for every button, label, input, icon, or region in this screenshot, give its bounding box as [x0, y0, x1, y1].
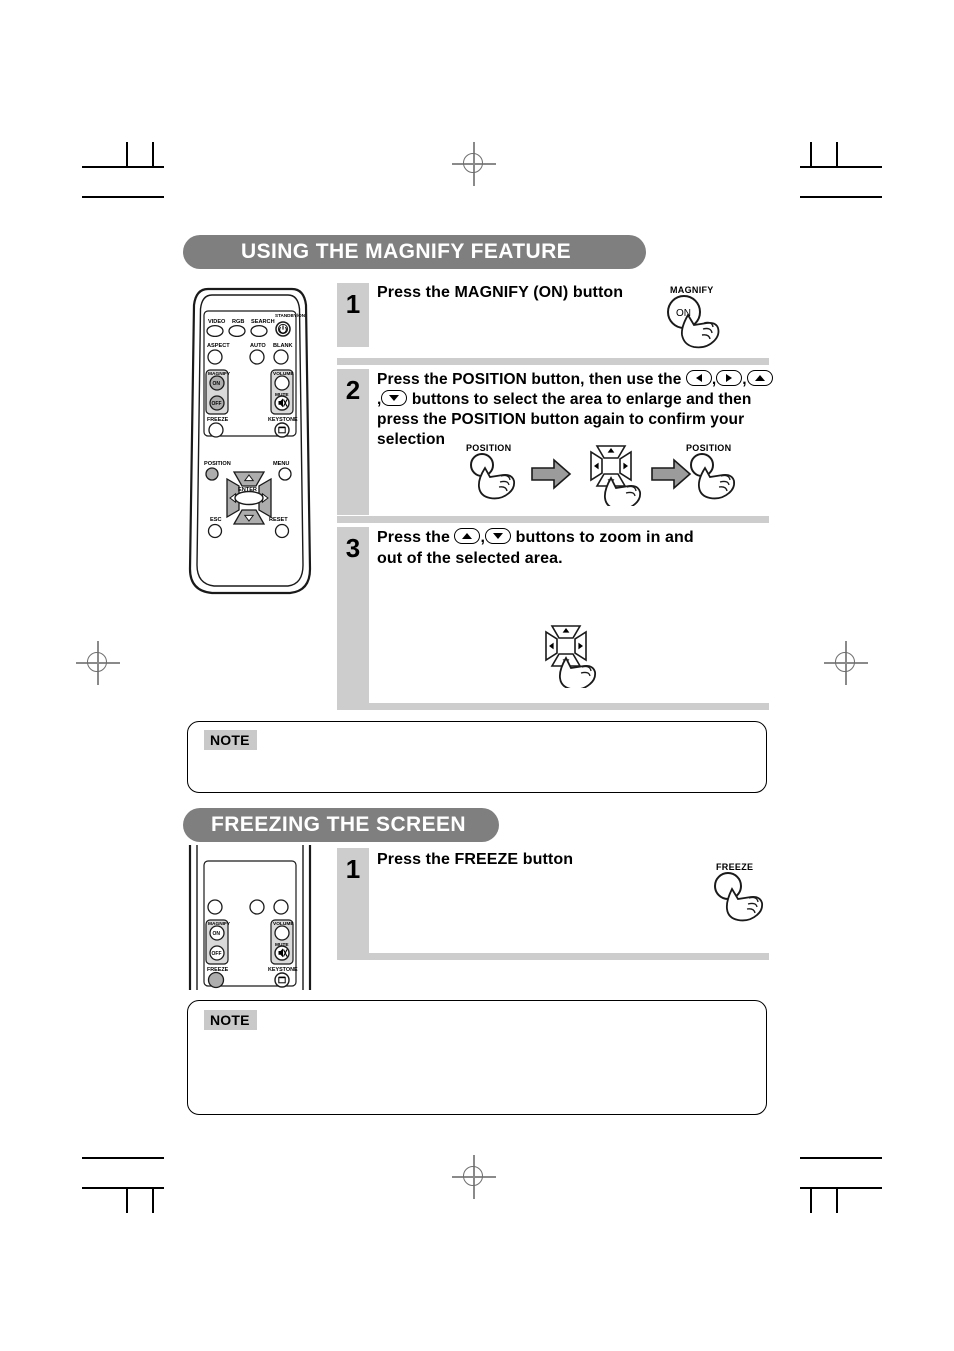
section-heading-magnify: USING THE MAGNIFY FEATURE [183, 235, 646, 269]
step-number-freeze-1-label: 1 [345, 854, 361, 884]
svg-text:SEARCH: SEARCH [251, 319, 275, 325]
step-3-text: Press the , buttons to zoom in and out o… [377, 527, 777, 569]
svg-text:OFF: OFF [212, 951, 222, 957]
step-separator-3 [337, 703, 769, 710]
step-separator-freeze-1 [337, 953, 769, 960]
svg-text:FREEZE: FREEZE [207, 417, 229, 423]
step-number-2-label: 2 [345, 375, 361, 405]
svg-text:RGB: RGB [232, 319, 244, 325]
svg-text:ON: ON [213, 381, 221, 387]
step-separator-2 [337, 516, 769, 523]
step-2-line4: selection [377, 431, 446, 448]
callout-magnify-label: MAGNIFY [670, 285, 714, 295]
callout-freeze-label: FREEZE [716, 862, 754, 872]
section-heading-magnify-label: USING THE MAGNIFY FEATURE [241, 240, 572, 263]
comma-2: , [742, 371, 747, 388]
registration-mark-right [824, 641, 868, 685]
arrow-up-key-icon-2 [454, 528, 481, 544]
svg-text:KEYSTONE: KEYSTONE [268, 967, 298, 973]
note-box-freeze: NOTE [187, 1000, 767, 1115]
callout-position-label-2: POSITION [686, 443, 732, 453]
step-1-text: Press the MAGNIFY (ON) button [377, 283, 667, 303]
svg-text:AUTO: AUTO [250, 343, 266, 349]
step-1-instruction: Press the MAGNIFY (ON) button [377, 284, 624, 301]
step-3-line1-prefix: Press the [377, 529, 455, 546]
svg-text:BLANK: BLANK [273, 343, 293, 349]
step-number-3: 3 [337, 527, 369, 707]
arrow-left-key-icon [685, 370, 712, 386]
callout-dpad-select [580, 440, 660, 511]
manual-page: USING THE MAGNIFY FEATURE VIDEO RGB SEAR… [0, 0, 954, 1351]
registration-mark-top [452, 142, 496, 186]
callout-freeze-button: FREEZE [706, 862, 778, 929]
note-label-1: NOTE [204, 730, 257, 750]
svg-text:STANDBY/ON: STANDBY/ON [275, 313, 306, 318]
step-separator-1 [337, 358, 769, 365]
flow-arrow-1 [530, 458, 572, 495]
svg-text:ESC: ESC [210, 517, 222, 523]
freeze-step-1-instruction: Press the FREEZE button [377, 851, 574, 868]
callout-position-second: POSITION [682, 443, 760, 508]
note-label-2: NOTE [204, 1010, 257, 1030]
svg-text:MENU: MENU [273, 461, 289, 467]
arrow-down-key-icon [381, 390, 408, 406]
step-number-1-label: 1 [345, 289, 361, 319]
callout-position-first: POSITION [462, 443, 540, 508]
svg-text:RESET: RESET [269, 517, 288, 523]
step-number-freeze-1: 1 [337, 848, 369, 958]
step-2-line1-prefix: Press the POSITION button, then use the [377, 371, 686, 388]
arrow-down-key-icon-2 [485, 528, 512, 544]
step-2-text: Press the POSITION button, then use the … [377, 370, 777, 450]
svg-text:KEYSTONE: KEYSTONE [268, 417, 298, 423]
svg-text:POSITION: POSITION [204, 461, 231, 467]
step-3-line1-suffix: buttons to zoom in and [511, 529, 694, 546]
callout-magnify-on: MAGNIFY ON [658, 285, 760, 362]
step-number-1: 1 [337, 283, 369, 347]
step-number-3-label: 3 [345, 533, 361, 563]
svg-text:ON: ON [213, 931, 221, 937]
arrow-up-key-icon [746, 370, 773, 386]
svg-text:ASPECT: ASPECT [207, 343, 230, 349]
step-2-line3: press the POSITION button again to confi… [377, 411, 745, 428]
svg-text:VIDEO: VIDEO [208, 319, 226, 325]
callout-dpad-zoom [535, 620, 615, 693]
freeze-step-1-text: Press the FREEZE button [377, 850, 667, 870]
registration-mark-left [76, 641, 120, 685]
callout-position-label-1: POSITION [466, 443, 512, 453]
section-heading-freeze-label: FREEZING THE SCREEN [211, 813, 466, 836]
step-3-line2: out of the selected area. [377, 550, 563, 567]
svg-text:OFF: OFF [212, 401, 222, 407]
arrow-right-key-icon [716, 370, 743, 386]
remote-control-illustration-cropped: MAGNIFY ON OFF VOLUME MUTE FREEZE KEYSTO… [186, 845, 314, 990]
remote-control-illustration-full: VIDEO RGB SEARCH STANDBY/ON ASPECT AUTO … [186, 283, 314, 598]
note-box-magnify: NOTE [187, 721, 767, 793]
registration-mark-bottom [452, 1155, 496, 1199]
step-2-line2-suffix: buttons to select the area to enlarge an… [407, 391, 752, 408]
step-number-2: 2 [337, 369, 369, 515]
section-heading-freeze: FREEZING THE SCREEN [183, 808, 499, 842]
